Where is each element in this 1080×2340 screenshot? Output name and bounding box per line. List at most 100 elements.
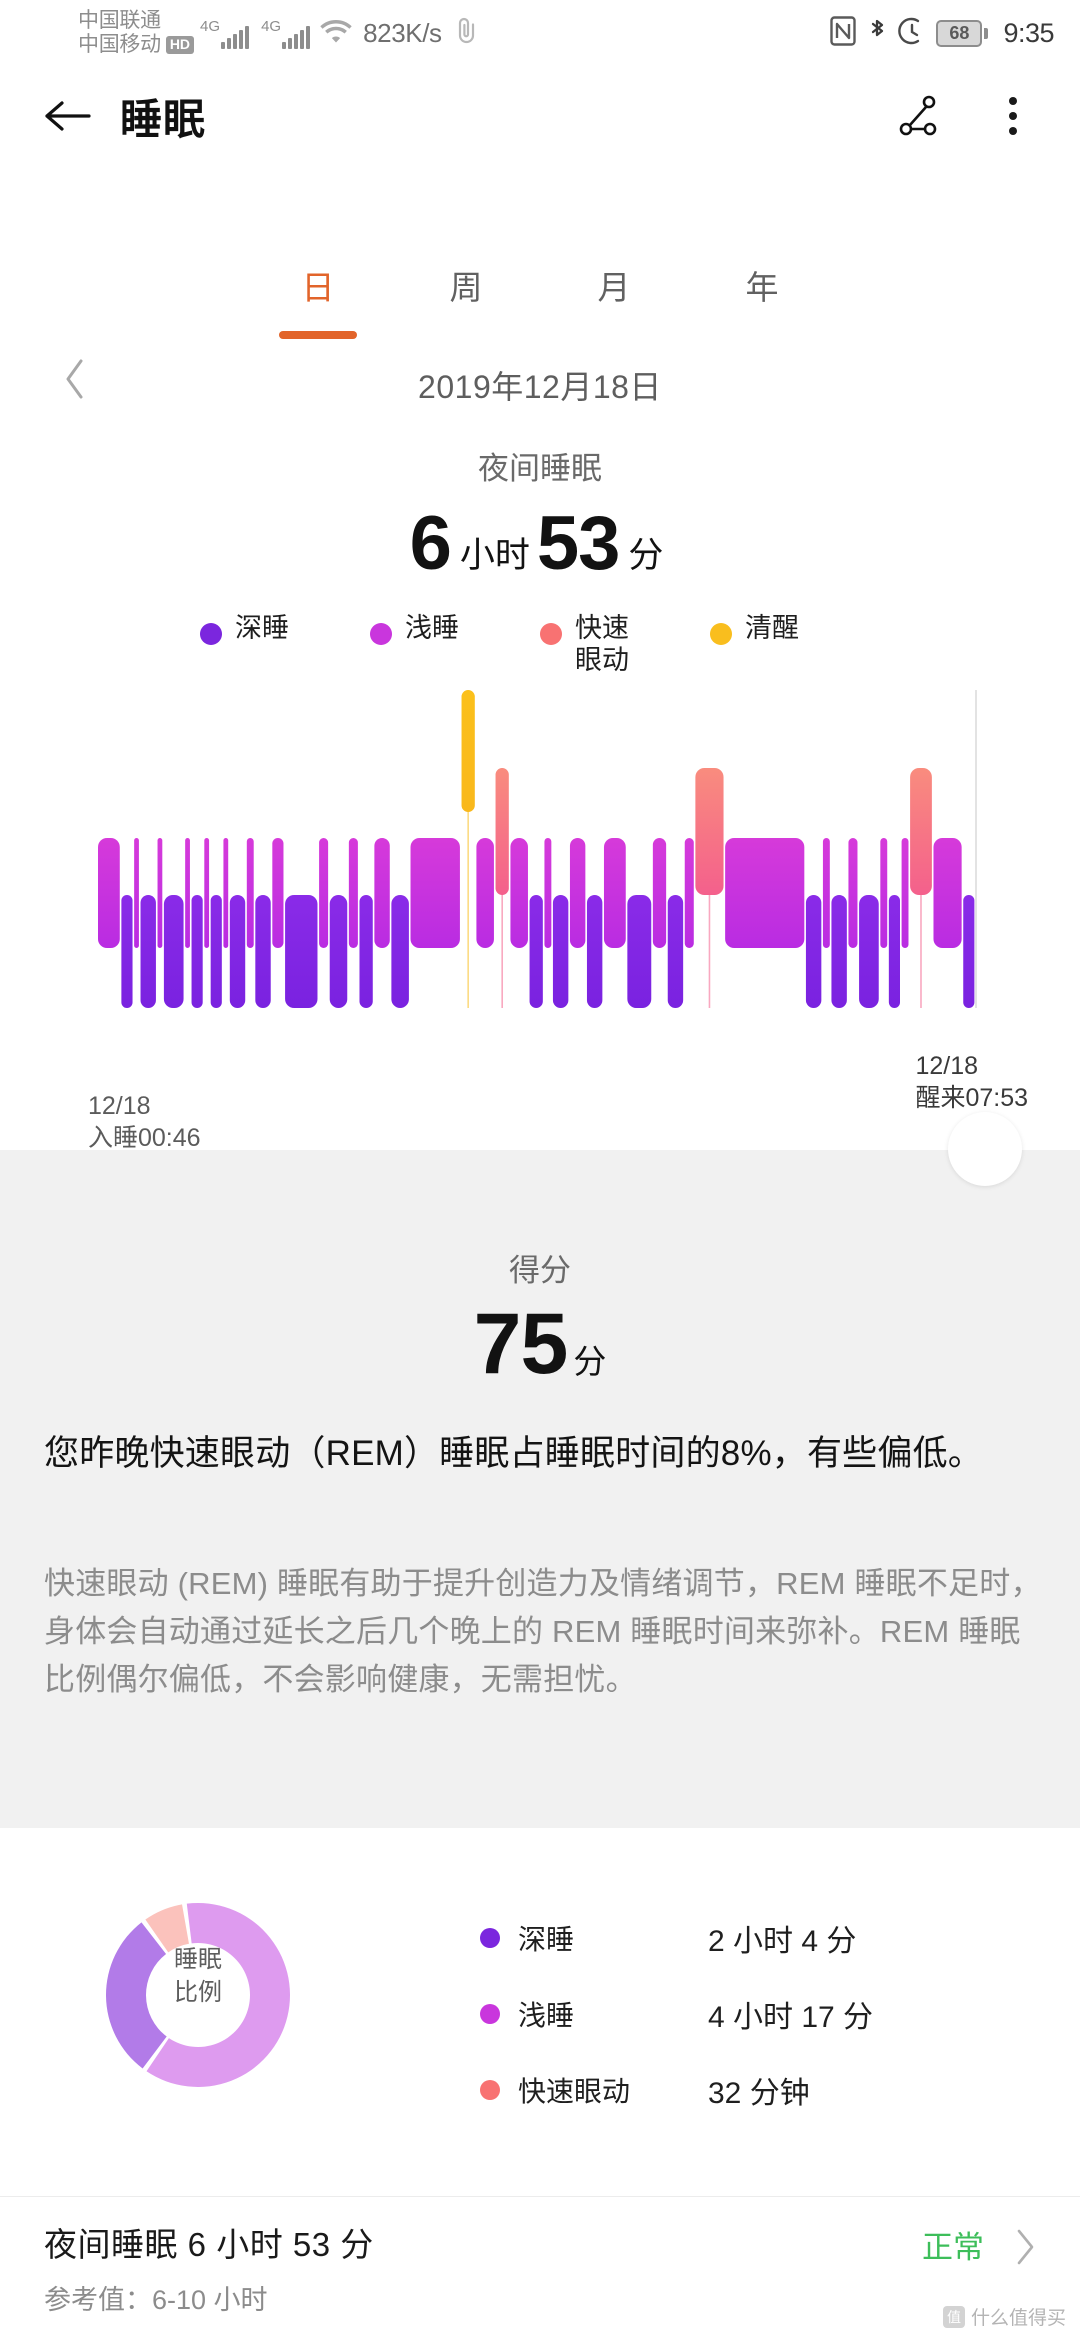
date-navigator: 2019年12月18日 xyxy=(0,355,1080,415)
footer-reference: 参考值：6-10 小时 xyxy=(44,2285,268,2315)
alarm-icon xyxy=(898,16,926,51)
tab-month[interactable]: 月 xyxy=(540,255,688,333)
tab-month-label: 月 xyxy=(597,269,631,306)
hypnogram-segment xyxy=(223,838,229,948)
previous-day-button[interactable] xyxy=(62,357,88,406)
share-button[interactable] xyxy=(892,89,946,143)
legend-dot-awake-icon xyxy=(710,623,732,645)
duration-minutes: 53 xyxy=(536,501,621,586)
hypnogram-svg xyxy=(98,690,977,1008)
legend-dot-rem-icon xyxy=(540,623,562,645)
hypnogram-segment xyxy=(191,895,203,1008)
ratio-dot-rem-icon xyxy=(480,2080,500,2100)
hypnogram-segment xyxy=(544,838,552,948)
hypnogram-end-labels: 12/18 醒来07:53 xyxy=(915,1050,1028,1114)
ratio-name-light: 浅睡 xyxy=(518,2000,575,2031)
carrier-block: 中国联通 中国移动 HD xyxy=(78,9,195,57)
hypnogram-segment xyxy=(963,895,975,1008)
hypnogram-segment xyxy=(476,838,494,948)
hypnogram-segment xyxy=(461,690,475,812)
signal-group-2: 4G xyxy=(261,17,311,49)
advice-headline: 您昨晚快速眼动（REM）睡眠占睡眠时间的8%，有些偏低。 xyxy=(44,1434,983,1473)
carrier-name-1: 中国联通 xyxy=(78,8,161,32)
network-speed: 823K/s xyxy=(363,17,442,48)
hypnogram-segment xyxy=(848,838,858,948)
score-value-row: 75 分 xyxy=(0,1295,1080,1394)
period-tabs: 日 周 月 年 xyxy=(0,255,1080,339)
app-bar-actions xyxy=(892,89,1040,143)
tab-year-label: 年 xyxy=(745,269,779,306)
watermark-badge-icon: 值 xyxy=(942,2305,965,2328)
hypnogram-segment xyxy=(603,838,626,948)
watermark-text: 什么值得买 xyxy=(970,2308,1066,2329)
hypnogram-chart xyxy=(98,690,978,1020)
hypnogram-end-time: 醒来07:53 xyxy=(915,1084,1028,1112)
floating-action-button[interactable] xyxy=(948,1112,1022,1186)
ratio-value-rem: 32 分钟 xyxy=(708,2077,810,2110)
network-type-label-1: 4G xyxy=(200,17,221,35)
carrier-row-1: 中国联通 xyxy=(78,9,194,33)
score-number: 75 xyxy=(473,1296,569,1392)
hypnogram-segment xyxy=(121,895,133,1008)
footer-chevron-right-icon[interactable] xyxy=(1014,2228,1036,2271)
legend-item-deep: 深睡 xyxy=(200,613,370,645)
legend-dot-deep-icon xyxy=(200,623,222,645)
battery-indicator: 68 xyxy=(936,19,989,47)
hypnogram-segment xyxy=(510,838,528,948)
sleep-duration: 6 小时53 分 xyxy=(0,500,1080,587)
hypnogram-segment xyxy=(157,838,163,948)
hypnogram-segment xyxy=(359,895,373,1008)
paperclip-icon xyxy=(454,16,480,51)
hypnogram-segment xyxy=(134,838,139,948)
nfc-icon xyxy=(830,15,857,51)
hypnogram-segment xyxy=(229,895,246,1008)
watermark: 值 什么值得买 xyxy=(942,2303,1066,2330)
legend-item-light: 浅睡 xyxy=(370,613,540,645)
back-button[interactable] xyxy=(40,89,94,143)
overflow-menu-button[interactable] xyxy=(986,89,1040,143)
network-type-label-2: 4G xyxy=(261,17,282,35)
hypnogram-segment xyxy=(627,895,652,1008)
signal-bars-icon-1 xyxy=(221,25,250,49)
signal-bars-icon-2 xyxy=(282,25,311,49)
hypnogram-segment xyxy=(725,838,805,948)
hypnogram-segment xyxy=(185,838,190,948)
sleep-detail-screen: 中国联通 中国移动 HD 4G 4G 823K/s 68 9:35 睡眠 日 周… xyxy=(0,0,1080,2340)
hypnogram-start-date: 12/18 xyxy=(88,1092,151,1120)
tab-day[interactable]: 日 xyxy=(244,255,392,339)
hypnogram-segment xyxy=(204,838,210,948)
carrier-name-2: 中国移动 xyxy=(78,33,161,56)
legend-label-deep: 深睡 xyxy=(235,613,289,643)
hypnogram-segment xyxy=(374,838,390,948)
hypnogram-segment xyxy=(880,838,888,948)
score-unit: 分 xyxy=(573,1343,607,1380)
legend-dot-light-icon xyxy=(370,623,392,645)
duration-hours: 6 xyxy=(409,501,452,586)
hypnogram-segment xyxy=(859,895,879,1008)
hypnogram-segment xyxy=(246,838,254,948)
hypnogram-segment xyxy=(910,768,932,895)
tab-year[interactable]: 年 xyxy=(688,255,836,333)
status-clock: 9:35 xyxy=(1003,17,1054,48)
night-sleep-label: 夜间睡眠 xyxy=(478,451,602,486)
hypnogram-segment xyxy=(652,838,667,948)
hypnogram-segment xyxy=(529,895,543,1008)
footer-divider xyxy=(0,2196,1080,2197)
footer-title: 夜间睡眠 6 小时 53 分 xyxy=(44,2226,374,2263)
duration-hours-unit: 小时 xyxy=(459,536,530,575)
hypnogram-segment xyxy=(888,895,900,1008)
hypnogram-segment xyxy=(933,838,962,948)
ratio-value-deep: 2 小时 4 分 xyxy=(708,1925,857,1958)
legend-label-awake: 清醒 xyxy=(745,613,799,643)
legend-item-rem: 快速眼动 xyxy=(540,613,710,677)
hypnogram-segment xyxy=(285,895,318,1008)
ratio-name-rem: 快速眼动 xyxy=(518,2076,631,2107)
legend-label-light: 浅睡 xyxy=(405,613,459,643)
ratio-row-light: 浅睡 4 小时 17 分 xyxy=(480,1976,873,2052)
more-vertical-icon xyxy=(1009,97,1017,135)
tab-week[interactable]: 周 xyxy=(392,255,540,333)
app-bar: 睡眠 xyxy=(0,66,1080,166)
hypnogram-segment xyxy=(822,838,830,948)
tab-week-label: 周 xyxy=(449,269,483,306)
battery-level: 68 xyxy=(936,19,983,47)
